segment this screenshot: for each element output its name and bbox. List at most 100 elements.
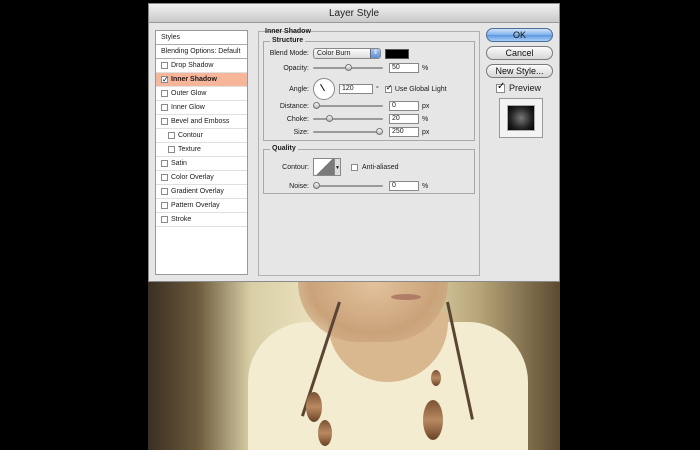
cancel-button[interactable]: Cancel [486,46,553,60]
new-style-button[interactable]: New Style... [486,64,553,78]
size-unit: px [422,128,430,136]
style-item-drop-shadow[interactable]: Drop Shadow [156,59,247,73]
photo-lips [391,294,421,300]
style-item-checkbox[interactable] [161,188,168,195]
style-item-color-overlay[interactable]: Color Overlay [156,171,247,185]
style-item-label: Bevel and Emboss [171,117,230,125]
style-item-label: Contour [178,131,203,139]
size-label: Size: [293,128,309,136]
blend-mode-label: Blend Mode: [269,50,309,57]
noise-input[interactable]: 0 [389,181,419,191]
style-item-checkbox[interactable] [161,118,168,125]
panel-title: Inner Shadow [265,28,311,35]
style-item-contour[interactable]: Contour [156,129,247,143]
style-item-label: Inner Glow [171,103,205,111]
style-item-label: Blending Options: Default [161,47,241,55]
blend-mode-select[interactable]: Color Burn ⇕ [313,48,381,59]
distance-label: Distance: [279,102,309,110]
style-item-checkbox[interactable] [168,146,175,153]
style-item-gradient-overlay[interactable]: Gradient Overlay [156,185,247,199]
slider-thumb[interactable] [345,64,352,71]
style-preview-swatch [507,105,535,131]
style-item-label: Texture [178,145,201,153]
style-item-outer-glow[interactable]: Outer Glow [156,87,247,101]
angle-needle [320,83,325,92]
layer-style-dialog: Layer Style Styles Blending Options: Defa… [148,3,560,282]
slider-thumb[interactable] [376,128,383,135]
photo-necklace-bead [423,400,443,440]
slider-track [313,105,383,107]
style-item-inner-glow[interactable]: Inner Glow [156,101,247,115]
slider-track [313,131,383,133]
contour-label: Contour: [282,163,309,171]
angle-input[interactable]: 120 [339,84,373,94]
blend-mode-value: Color Burn [317,50,351,57]
noise-label: Noise: [289,182,309,190]
style-item-label: Gradient Overlay [171,187,224,195]
style-item-label: Color Overlay [171,173,214,181]
size-slider[interactable] [313,128,383,136]
style-item-label: Inner Shadow [171,75,217,83]
opacity-label: Opacity: [283,64,309,72]
style-item-checkbox[interactable] [161,160,168,167]
chevron-down-icon[interactable]: ▼ [335,158,341,176]
style-item-blending-options-default[interactable]: Blending Options: Default [156,45,247,59]
preview-label: Preview [509,83,542,93]
style-item-label: Drop Shadow [171,61,214,69]
opacity-slider[interactable] [313,64,383,72]
chevron-updown-icon: ⇕ [370,49,380,58]
anti-aliased-label: Anti-aliased [362,163,399,171]
slider-thumb[interactable] [313,182,320,189]
choke-label: Choke: [286,115,309,123]
style-item-label: Styles [161,33,181,41]
use-global-light-label: Use Global Light [394,85,447,93]
size-input[interactable]: 250 [389,127,419,137]
style-item-checkbox[interactable] [161,73,169,87]
style-item-styles[interactable]: Styles [156,31,247,45]
angle-label: Angle: [289,85,309,93]
distance-input[interactable]: 0 [389,101,419,111]
style-item-satin[interactable]: Satin [156,157,247,171]
noise-slider[interactable] [313,182,383,190]
style-item-checkbox[interactable] [161,90,168,97]
choke-slider[interactable] [313,115,383,123]
anti-aliased-checkbox[interactable] [351,163,358,171]
use-global-light-checkbox[interactable] [384,83,393,93]
style-item-checkbox[interactable] [161,62,168,69]
photo-necklace-bead [431,370,441,386]
style-item-checkbox[interactable] [168,132,175,139]
style-item-checkbox[interactable] [161,174,168,181]
noise-unit: % [422,182,429,190]
style-item-texture[interactable]: Texture [156,143,247,157]
structure-label: Structure [270,37,306,44]
blend-color-swatch[interactable] [385,48,409,59]
angle-dial-icon[interactable] [313,78,335,100]
style-item-stroke[interactable]: Stroke [156,213,247,227]
style-item-checkbox[interactable] [161,202,168,209]
style-item-inner-shadow[interactable]: Inner Shadow [156,73,247,87]
slider-thumb[interactable] [313,102,320,109]
style-item-label: Satin [171,159,187,167]
opacity-unit: % [422,64,429,72]
slider-thumb[interactable] [326,115,333,122]
preview-checkbox[interactable] [496,81,505,93]
distance-slider[interactable] [313,102,383,110]
choke-unit: % [422,115,429,123]
style-item-checkbox[interactable] [161,216,168,223]
distance-unit: px [422,102,430,110]
style-item-checkbox[interactable] [161,104,168,111]
choke-input[interactable]: 20 [389,114,419,124]
style-item-bevel-and-emboss[interactable]: Bevel and Emboss [156,115,247,129]
contour-curve-icon[interactable] [313,158,335,176]
style-item-label: Pattern Overlay [171,201,220,209]
style-preview [499,98,543,138]
photo-necklace-bead [318,420,332,446]
dialog-title: Layer Style [149,4,559,23]
ok-button[interactable]: OK [486,28,553,42]
quality-label: Quality [270,145,298,152]
style-item-pattern-overlay[interactable]: Pattern Overlay [156,199,247,213]
styles-list: Styles Blending Options: Default Drop Shad… [155,30,248,275]
angle-unit: ° [376,85,379,93]
opacity-input[interactable]: 50 [389,63,419,73]
preview-toggle[interactable]: Preview [496,81,542,93]
